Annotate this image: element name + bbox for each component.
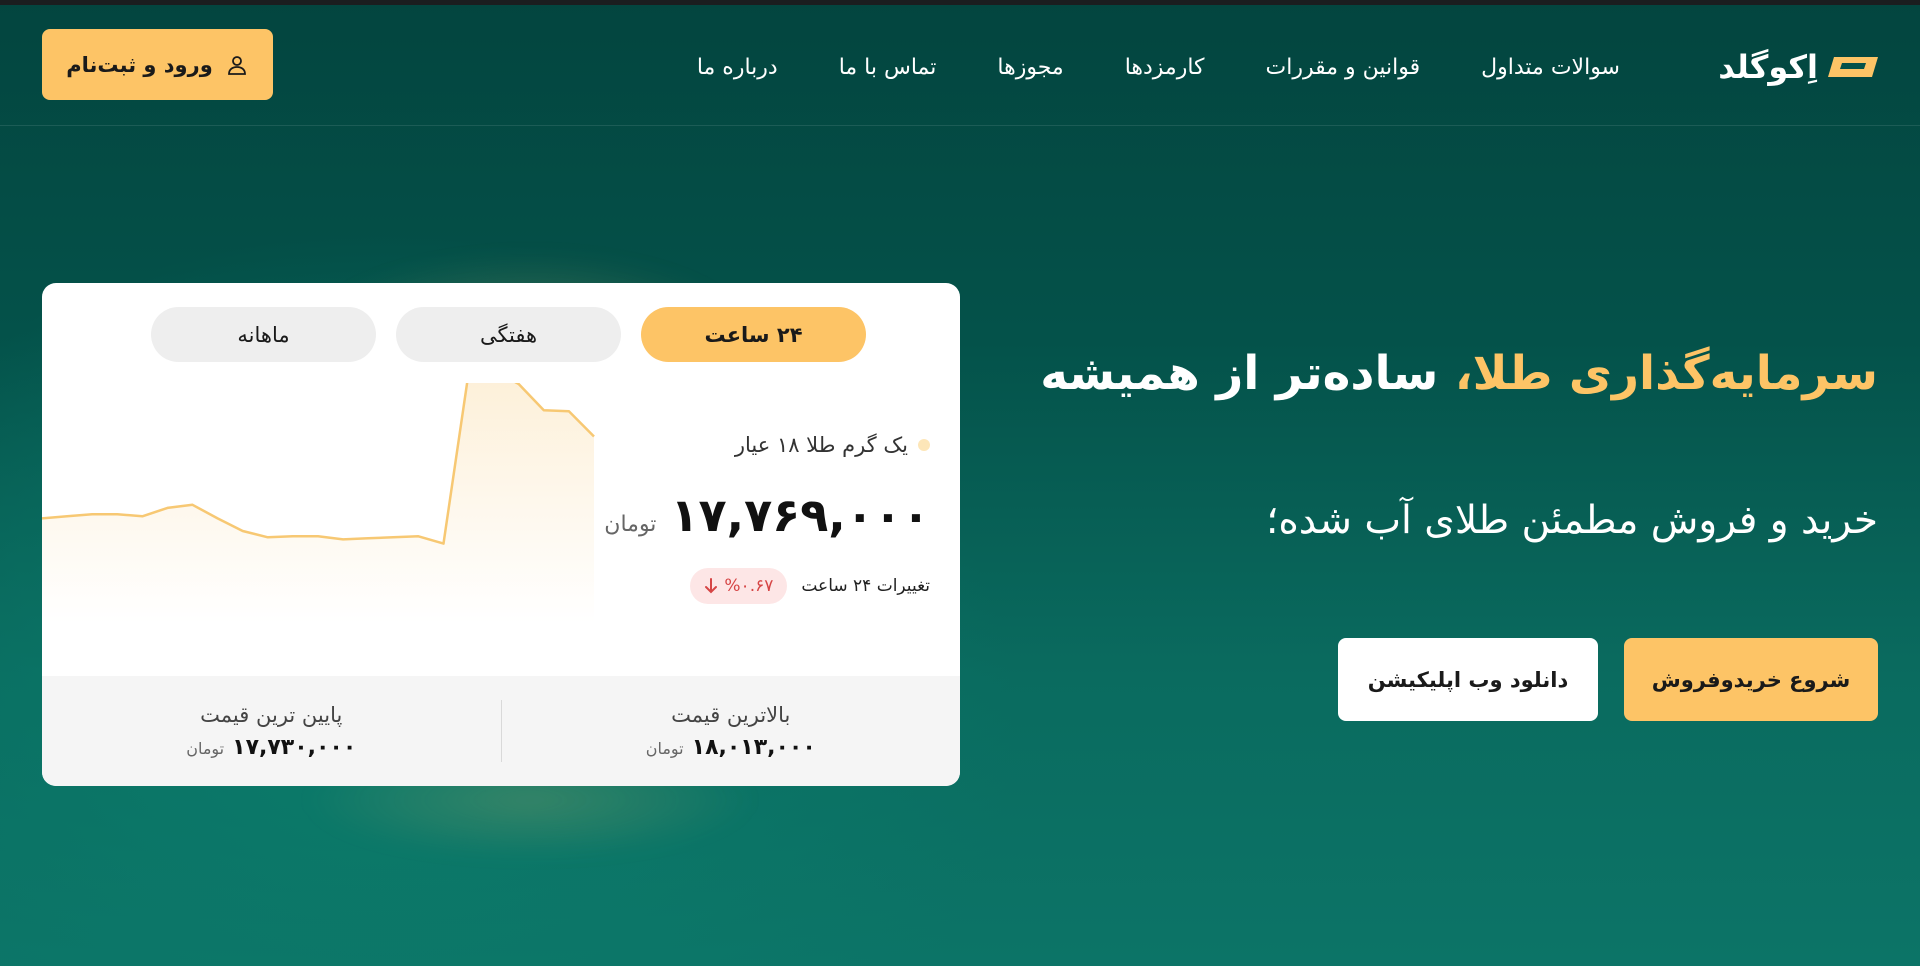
site-header: اِکوگلد سوالات متداول قوانین و مقررات کا…: [0, 5, 1920, 126]
price-chart: [42, 383, 595, 623]
stat-low-value: ۱۷,۷۳۰,۰۰۰: [232, 734, 357, 760]
nav-item-faq[interactable]: سوالات متداول: [1481, 55, 1620, 80]
login-register-label: ورود و ثبت‌نام: [66, 52, 213, 77]
asset-label-row: یک گرم طلا ۱۸ عیار: [735, 433, 930, 457]
tab-weekly[interactable]: هفتگی: [396, 307, 621, 362]
nav-item-fees[interactable]: کارمزدها: [1125, 55, 1205, 80]
price-stats: بالاترین قیمت ۱۸,۰۱۳,۰۰۰ تومان پایین تری…: [42, 676, 960, 786]
hero-title: سرمایه‌گذاری طلا، ساده‌تر از همیشه: [1040, 346, 1878, 401]
arrow-down-icon: [705, 578, 718, 594]
user-icon: [227, 55, 246, 75]
stat-low-label: پایین ترین قیمت: [200, 702, 343, 727]
stat-high-unit: تومان: [645, 738, 684, 758]
hero-subtitle: خرید و فروش مطمئن طلای آب شده؛: [1265, 498, 1878, 543]
change-value: %۰.۶۷: [724, 576, 774, 596]
change-label: تغییرات ۲۴ ساعت: [801, 576, 930, 596]
price-chart-area: [42, 383, 594, 623]
main-nav: سوالات متداول قوانین و مقررات کارمزدها م…: [697, 47, 1620, 87]
stat-high-value: ۱۸,۰۱۳,۰۰۰: [691, 734, 816, 760]
stat-low-unit: تومان: [186, 738, 225, 758]
download-webapp-button[interactable]: دانلود وب اپلیکیشن: [1338, 638, 1598, 721]
login-register-button[interactable]: ورود و ثبت‌نام: [42, 29, 273, 100]
logo-mark-icon: [1828, 57, 1878, 77]
nav-item-contact[interactable]: تماس با ما: [839, 55, 937, 80]
stat-low: پایین ترین قیمت ۱۷,۷۳۰,۰۰۰ تومان: [42, 676, 501, 786]
brand-name: اِکوگلد: [1718, 48, 1819, 86]
nav-item-licenses[interactable]: مجوزها: [997, 55, 1063, 80]
current-price: ۱۷,۷۶۹,۰۰۰: [670, 488, 930, 542]
price-unit: تومان: [604, 512, 657, 537]
asset-label: یک گرم طلا ۱۸ عیار: [734, 433, 908, 457]
stats-divider: [500, 700, 502, 762]
change-row: تغییرات ۲۴ ساعت %۰.۶۷: [690, 568, 930, 604]
current-price-row: ۱۷,۷۶۹,۰۰۰ تومان: [604, 488, 930, 542]
legend-dot: [918, 439, 930, 451]
stat-high: بالاترین قیمت ۱۸,۰۱۳,۰۰۰ تومان: [502, 676, 961, 786]
nav-item-rules[interactable]: قوانین و مقررات: [1266, 55, 1421, 80]
stat-high-value-row: ۱۸,۰۱۳,۰۰۰ تومان: [646, 735, 816, 760]
nav-item-about[interactable]: درباره ما: [697, 55, 778, 80]
gold-price-card: ۲۴ ساعت هفتگی ماهانه یک گرم طلا ۱۸ عیار …: [42, 283, 960, 786]
tab-24h[interactable]: ۲۴ ساعت: [641, 307, 866, 362]
tab-monthly[interactable]: ماهانه: [151, 307, 376, 362]
hero-title-highlight: سرمایه‌گذاری طلا،: [1454, 346, 1878, 401]
stat-low-value-row: ۱۷,۷۳۰,۰۰۰ تومان: [186, 735, 356, 760]
stat-high-label: بالاترین قیمت: [671, 702, 791, 727]
hero-title-rest: ساده‌تر از همیشه: [1040, 346, 1439, 401]
change-badge: %۰.۶۷: [690, 568, 788, 604]
period-tabs: ۲۴ ساعت هفتگی ماهانه: [151, 307, 866, 362]
start-trading-button[interactable]: شروع خریدوفروش: [1624, 638, 1878, 721]
brand-logo[interactable]: اِکوگلد: [1718, 47, 1878, 87]
